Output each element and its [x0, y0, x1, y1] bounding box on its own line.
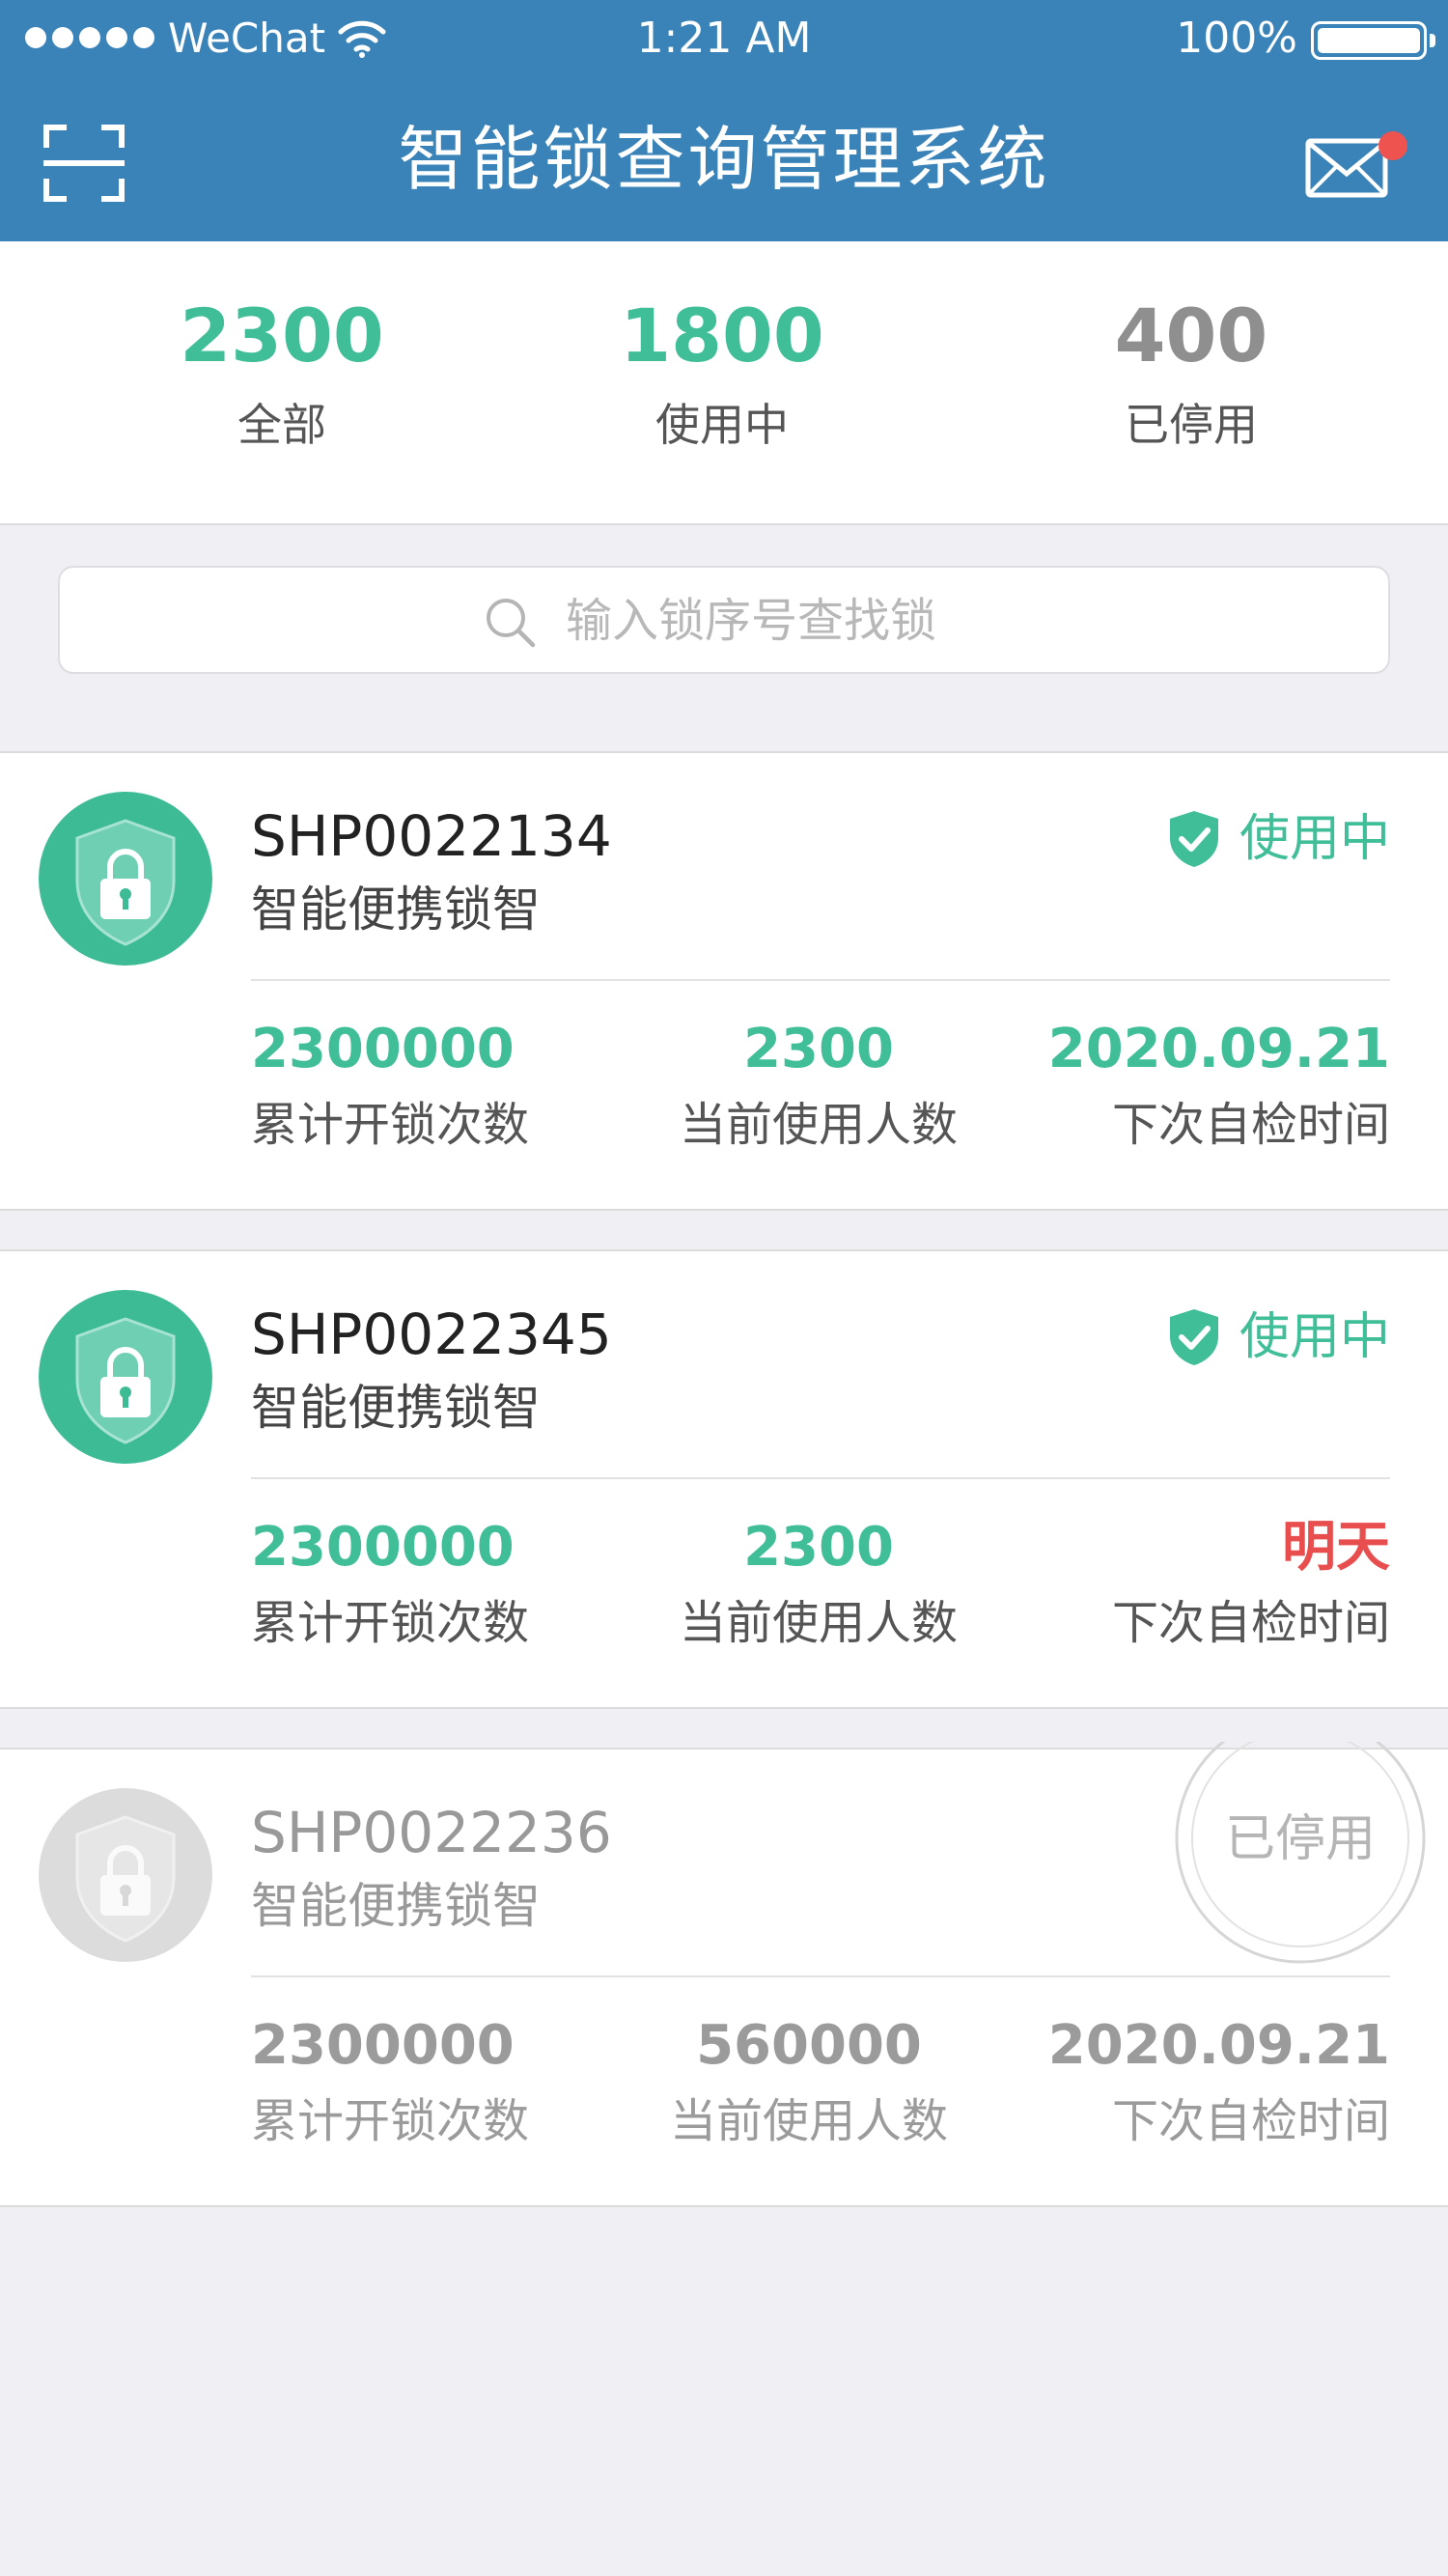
metric-label: 累计开锁次数 [251, 1098, 530, 1152]
lock-stats: 2300 全部 1800 使用中 400 已停用 [0, 241, 1448, 525]
metric-value: 2300000 [251, 1516, 515, 1579]
metric-value: 2300000 [251, 1018, 515, 1080]
status-text: 使用中 [1239, 810, 1390, 868]
metric-current-users: 2300 当前使用人数 [674, 1016, 963, 1155]
metric-value: 2300000 [251, 2014, 515, 2077]
battery-icon [1311, 21, 1435, 60]
metric-value: 2300 [743, 1516, 894, 1579]
status-text: 已停用 [1224, 1810, 1376, 1868]
metric-value: 2020.09.21 [1047, 2014, 1390, 2077]
metric-label: 下次自检时间 [1111, 2094, 1390, 2148]
lock-serial: SHP0022345 [251, 1302, 612, 1367]
lock-serial: SHP0022134 [251, 803, 612, 869]
status-text: 使用中 [1239, 1308, 1390, 1366]
metric-unlock-count: 2300000 累计开锁次数 [251, 1016, 529, 1155]
lock-model: 智能便携锁智 [251, 1878, 541, 1934]
metric-value: 明天 [1282, 1516, 1390, 1579]
metric-label: 累计开锁次数 [251, 1596, 530, 1650]
metric-label: 累计开锁次数 [251, 2094, 530, 2148]
page-title: 智能锁查询管理系统 [398, 119, 1050, 200]
shield-check-icon [1169, 1309, 1218, 1365]
metric-current-users: 2300 当前使用人数 [674, 1514, 963, 1653]
stat-label: 已停用 [1125, 399, 1258, 451]
disabled-stamp: 已停用 [1170, 1713, 1431, 1964]
battery-percentage: 100% [1176, 14, 1297, 63]
stat-value: 1800 [620, 293, 824, 378]
stat-label: 使用中 [655, 399, 789, 451]
lock-serial: SHP0022236 [251, 1800, 612, 1865]
metric-label: 下次自检时间 [1111, 1596, 1390, 1650]
divider [251, 1477, 1390, 1479]
lock-shield-icon [39, 1788, 212, 1962]
lock-card-disabled[interactable]: SHP0022236 智能便携锁智 已停用 2300000 累计开锁次数 560… [0, 1713, 1448, 2207]
metric-label: 当前使用人数 [669, 2094, 948, 2148]
lock-card[interactable]: SHP0022345 智能便携锁智 使用中 2300000 累计开锁次数 230… [0, 1249, 1448, 1709]
status-badge: 使用中 [1168, 805, 1390, 873]
metric-next-check: 2020.09.21 下次自检时间 [1048, 2012, 1390, 2151]
stat-value: 2300 [180, 293, 384, 378]
metric-current-users: 560000 当前使用人数 [664, 2012, 954, 2151]
metric-label: 下次自检时间 [1111, 1098, 1390, 1152]
metric-value: 560000 [696, 2014, 922, 2077]
stat-label: 全部 [237, 399, 326, 451]
metric-label: 当前使用人数 [679, 1098, 958, 1152]
metric-next-check: 2020.09.21 下次自检时间 [1048, 1016, 1390, 1155]
search-placeholder: 输入锁序号查找锁 [566, 594, 937, 648]
lock-card[interactable]: SHP0022134 智能便携锁智 使用中 2300000 累计开锁次数 230… [0, 751, 1448, 1211]
status-bar: WeChat 1:21 AM 100% [0, 0, 1448, 77]
metric-label: 当前使用人数 [679, 1596, 958, 1650]
metric-value: 2020.09.21 [1047, 1018, 1390, 1080]
metric-next-check: 明天 下次自检时间 [1112, 1514, 1390, 1653]
divider [251, 979, 1390, 981]
metric-unlock-count: 2300000 累计开锁次数 [251, 1514, 529, 1653]
unread-badge [1378, 131, 1407, 160]
lock-shield-icon [39, 792, 212, 966]
search-icon [487, 599, 536, 648]
stat-value: 400 [1114, 293, 1268, 378]
app-header: 智能锁查询管理系统 [0, 77, 1448, 241]
stat-all[interactable]: 2300 全部 [137, 290, 427, 456]
metric-unlock-count: 2300000 累计开锁次数 [251, 2012, 529, 2151]
mail-icon[interactable] [1305, 129, 1390, 199]
stat-stopped[interactable]: 400 已停用 [1046, 290, 1336, 456]
stat-in-use[interactable]: 1800 使用中 [577, 290, 867, 456]
lock-model: 智能便携锁智 [251, 1380, 541, 1436]
lock-model: 智能便携锁智 [251, 882, 541, 938]
status-badge: 使用中 [1168, 1303, 1390, 1371]
search-section: 输入锁序号查找锁 [0, 525, 1448, 711]
divider [251, 1975, 1390, 1977]
lock-shield-icon [39, 1290, 212, 1464]
shield-check-icon [1169, 811, 1218, 867]
metric-value: 2300 [743, 1018, 894, 1080]
search-input[interactable]: 输入锁序号查找锁 [58, 566, 1390, 674]
